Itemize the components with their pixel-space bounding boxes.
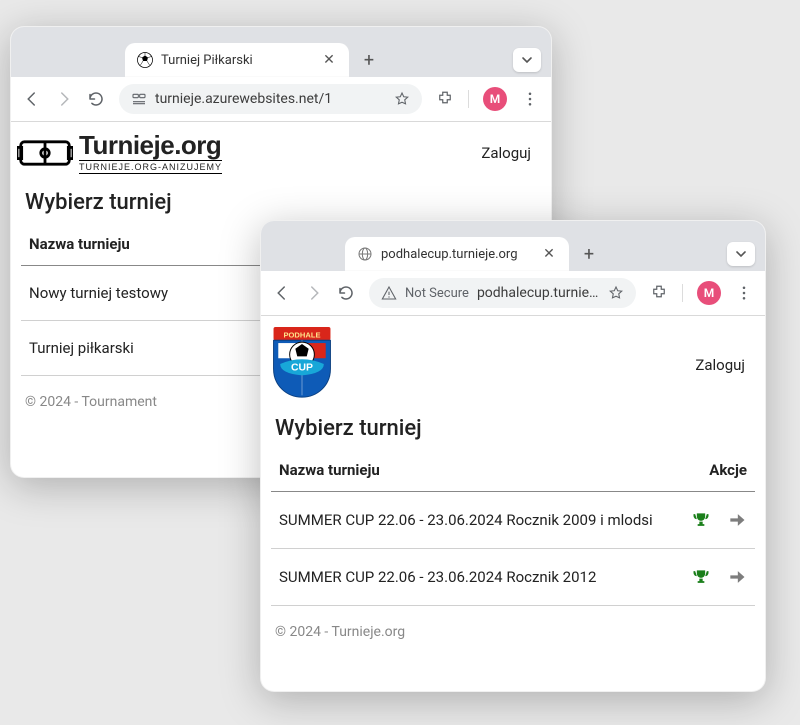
- extensions-icon[interactable]: [436, 90, 454, 108]
- toolbar-separator: [468, 90, 469, 108]
- star-bookmark-icon[interactable]: [394, 91, 410, 107]
- tournament-table: Nazwa turnieju Akcje SUMMER CUP 22.06 - …: [271, 451, 755, 606]
- window-dropdown-button[interactable]: [513, 48, 541, 72]
- tournament-name: SUMMER CUP 22.06 - 23.06.2024 Rocznik 20…: [271, 492, 669, 549]
- browser-toolbar: turnieje.azurewebsites.net/1 M: [11, 77, 551, 122]
- new-tab-button[interactable]: +: [575, 240, 603, 268]
- not-secure-label: Not Secure: [405, 286, 469, 301]
- not-secure-icon[interactable]: [381, 285, 397, 301]
- page-content: PODHALE CUP Zaloguj Wybierz turniej: [261, 316, 765, 692]
- site-logo[interactable]: Turnieje.org TURNIEJE.ORG-ANIZUJEMY: [17, 132, 222, 174]
- address-bar[interactable]: Not Secure podhalecup.turnieje.org: [369, 278, 636, 308]
- svg-text:CUP: CUP: [291, 363, 313, 374]
- browser-tab[interactable]: Turniej Piłkarski ✕: [125, 43, 349, 77]
- column-actions-header: Akcje: [669, 451, 755, 492]
- avatar-letter: M: [704, 286, 715, 300]
- podhale-cup-shield-icon: PODHALE CUP: [271, 326, 333, 400]
- table-row[interactable]: SUMMER CUP 22.06 - 23.06.2024 Rocznik 20…: [271, 492, 755, 549]
- back-button[interactable]: [23, 90, 41, 108]
- browser-window-2: podhalecup.turnieje.org ✕ +: [260, 220, 766, 692]
- url-text: turnieje.azurewebsites.net/1: [155, 91, 386, 107]
- site-header: PODHALE CUP Zaloguj: [261, 316, 765, 404]
- tab-title: podhalecup.turnieje.org: [381, 247, 533, 262]
- browser-toolbar: Not Secure podhalecup.turnieje.org M: [261, 271, 765, 316]
- toolbar-separator: [682, 284, 683, 302]
- forward-button[interactable]: [305, 284, 323, 302]
- arrow-right-icon[interactable]: [727, 510, 747, 530]
- close-tab-icon[interactable]: ✕: [321, 52, 337, 68]
- tab-title: Turniej Piłkarski: [161, 53, 313, 68]
- url-text: podhalecup.turnieje.org: [477, 285, 600, 301]
- extensions-icon[interactable]: [650, 284, 668, 302]
- page-title: Wybierz turniej: [275, 416, 751, 441]
- tournament-name: SUMMER CUP 22.06 - 23.06.2024 Rocznik 20…: [271, 549, 669, 606]
- browser-tab[interactable]: podhalecup.turnieje.org ✕: [345, 237, 569, 271]
- avatar-letter: M: [490, 92, 501, 106]
- trophy-icon[interactable]: [691, 567, 711, 587]
- login-link[interactable]: Zaloguj: [695, 356, 751, 374]
- kebab-menu-icon[interactable]: [735, 284, 753, 302]
- globe-icon: [357, 246, 373, 262]
- page-title: Wybierz turniej: [25, 190, 537, 215]
- site-header: Turnieje.org TURNIEJE.ORG-ANIZUJEMY Zalo…: [11, 122, 551, 178]
- star-bookmark-icon[interactable]: [608, 285, 624, 301]
- profile-avatar[interactable]: M: [483, 87, 507, 111]
- tab-strip: podhalecup.turnieje.org ✕ +: [261, 221, 765, 271]
- close-tab-icon[interactable]: ✕: [541, 246, 557, 262]
- reload-button[interactable]: [337, 284, 355, 302]
- svg-text:PODHALE: PODHALE: [283, 330, 320, 339]
- table-row[interactable]: SUMMER CUP 22.06 - 23.06.2024 Rocznik 20…: [271, 549, 755, 606]
- trophy-icon[interactable]: [691, 510, 711, 530]
- reload-button[interactable]: [87, 90, 105, 108]
- arrow-right-icon[interactable]: [727, 567, 747, 587]
- site-logo[interactable]: PODHALE CUP: [271, 326, 333, 404]
- window-dropdown-button[interactable]: [727, 242, 755, 266]
- brand-tagline: TURNIEJE.ORG-ANIZUJEMY: [79, 160, 222, 174]
- profile-avatar[interactable]: M: [697, 281, 721, 305]
- forward-button[interactable]: [55, 90, 73, 108]
- site-settings-icon[interactable]: [131, 91, 147, 107]
- pitch-icon: [17, 133, 73, 173]
- login-link[interactable]: Zaloguj: [481, 144, 537, 162]
- site-footer: © 2024 - Turnieje.org: [261, 606, 765, 658]
- row-actions: [669, 549, 755, 606]
- kebab-menu-icon[interactable]: [521, 90, 539, 108]
- soccer-ball-icon: [137, 52, 153, 68]
- column-name-header: Nazwa turnieju: [271, 451, 669, 492]
- tab-strip: Turniej Piłkarski ✕ +: [11, 27, 551, 77]
- brand-name: Turnieje.org: [79, 132, 222, 158]
- row-actions: [669, 492, 755, 549]
- address-bar[interactable]: turnieje.azurewebsites.net/1: [119, 84, 422, 114]
- new-tab-button[interactable]: +: [355, 46, 383, 74]
- back-button[interactable]: [273, 284, 291, 302]
